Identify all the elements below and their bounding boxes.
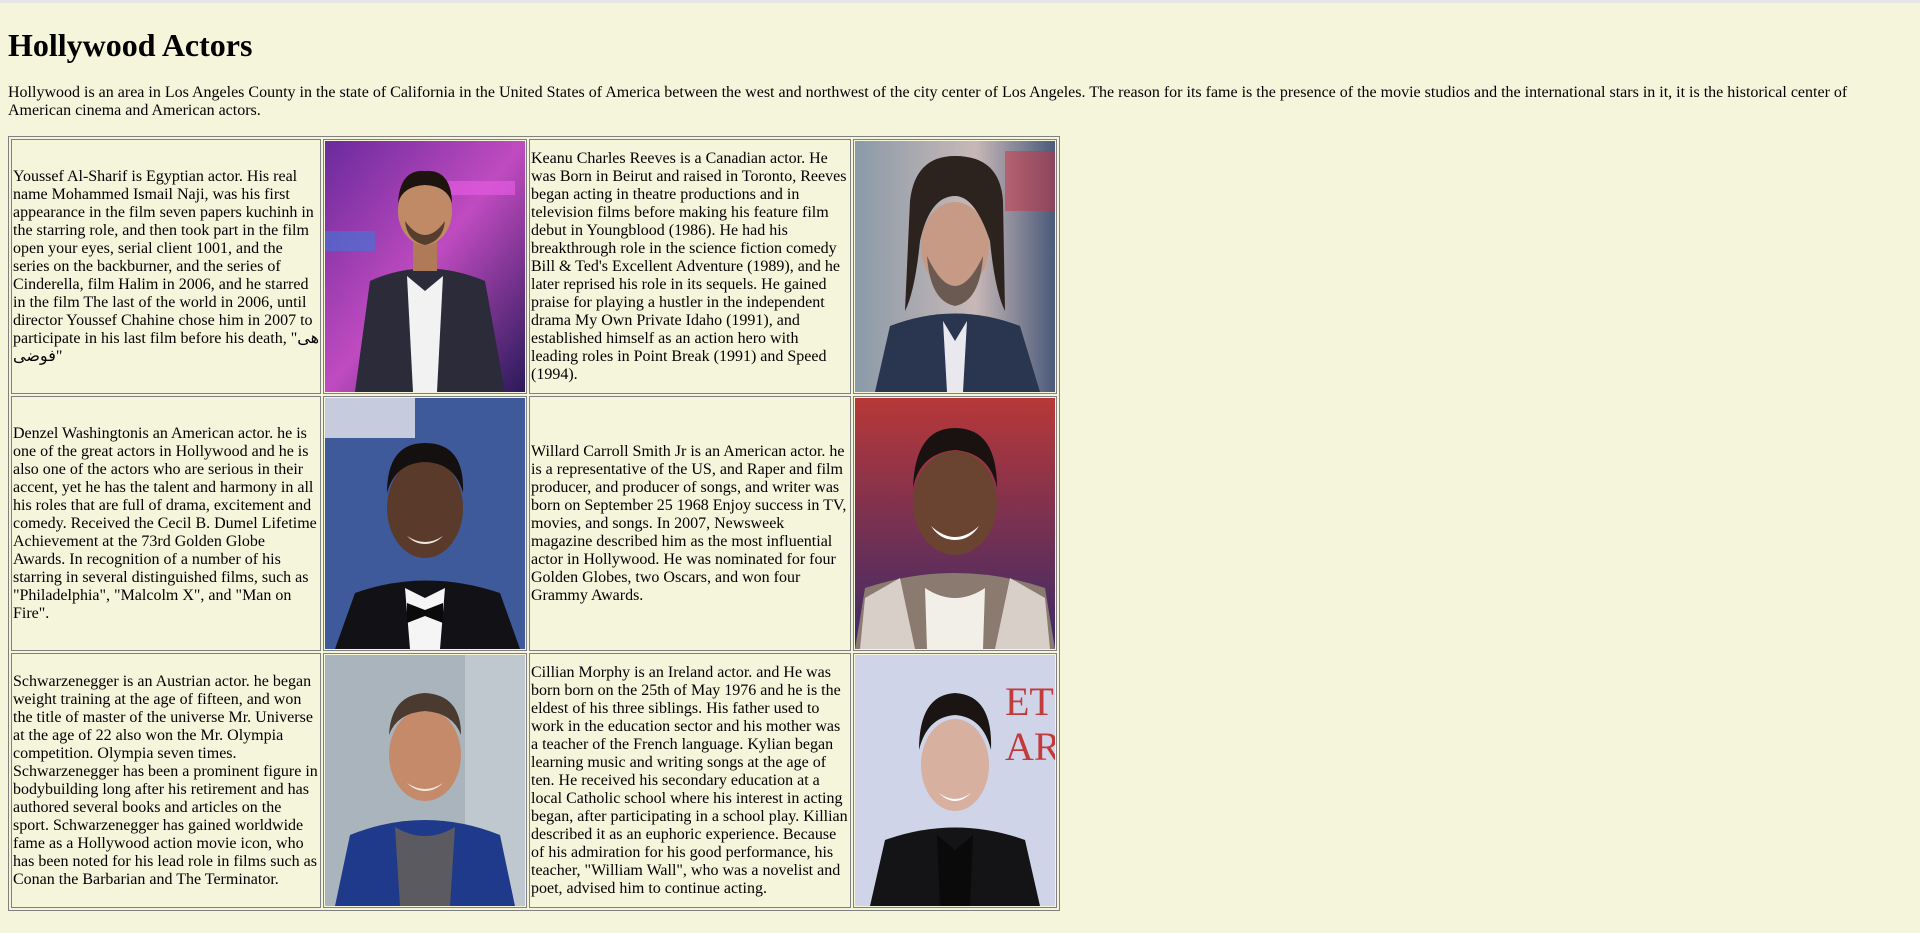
- photo-cell-schwarzenegger: [323, 653, 527, 908]
- bio-cell-will: Willard Carroll Smith Jr is an American …: [529, 396, 851, 651]
- portrait-keanu-reeves-image: [855, 141, 1055, 392]
- page-title: Hollywood Actors: [8, 27, 253, 63]
- intro-paragraph: Hollywood is an area in Los Angeles Coun…: [8, 84, 1848, 119]
- backdrop-text-top: ET P: [1005, 679, 1055, 724]
- bio-text: Schwarzenegger is an Austrian actor. he …: [13, 672, 318, 888]
- photo-cell-keanu: [853, 139, 1057, 394]
- photo-cell-will: [853, 396, 1057, 651]
- page-content: Hollywood Actors Hollywood is an area in…: [0, 27, 1920, 911]
- bio-cell-schwarzenegger: Schwarzenegger is an Austrian actor. he …: [11, 653, 321, 908]
- bio-cell-youssef: Youssef Al-Sharif is Egyptian actor. His…: [11, 139, 321, 394]
- photo-cell-cillian: ET P ART: [853, 653, 1057, 908]
- photo-cell-denzel: [323, 396, 527, 651]
- portrait-denzel-washington-image: [325, 398, 525, 649]
- bio-text: Cillian Morphy is an Ireland actor. and …: [531, 663, 848, 897]
- bio-text: Keanu Charles Reeves is a Canadian actor…: [531, 149, 847, 383]
- table-row: Youssef Al-Sharif is Egyptian actor. His…: [11, 139, 1057, 394]
- bio-cell-denzel: Denzel Washingtonis an American actor. h…: [11, 396, 321, 651]
- table-row: Denzel Washingtonis an American actor. h…: [11, 396, 1057, 651]
- backdrop-text-bottom: ART: [1005, 724, 1055, 769]
- bio-cell-cillian: Cillian Morphy is an Ireland actor. and …: [529, 653, 851, 908]
- bio-text: Youssef Al-Sharif is Egyptian actor. His…: [13, 167, 320, 365]
- bio-text: Denzel Washingtonis an American actor. h…: [13, 424, 317, 622]
- portrait-youssef-al-sharif-image: [325, 141, 525, 392]
- portrait-arnold-schwarzenegger-image: [325, 655, 525, 906]
- portrait-will-smith-image: [855, 398, 1055, 649]
- photo-cell-youssef: [323, 139, 527, 394]
- actors-table: Youssef Al-Sharif is Egyptian actor. His…: [8, 136, 1060, 911]
- table-row: Schwarzenegger is an Austrian actor. he …: [11, 653, 1057, 908]
- portrait-cillian-murphy-image: ET P ART: [855, 655, 1055, 906]
- bio-cell-keanu: Keanu Charles Reeves is a Canadian actor…: [529, 139, 851, 394]
- top-divider: [0, 0, 1920, 3]
- bio-text: Willard Carroll Smith Jr is an American …: [531, 442, 847, 604]
